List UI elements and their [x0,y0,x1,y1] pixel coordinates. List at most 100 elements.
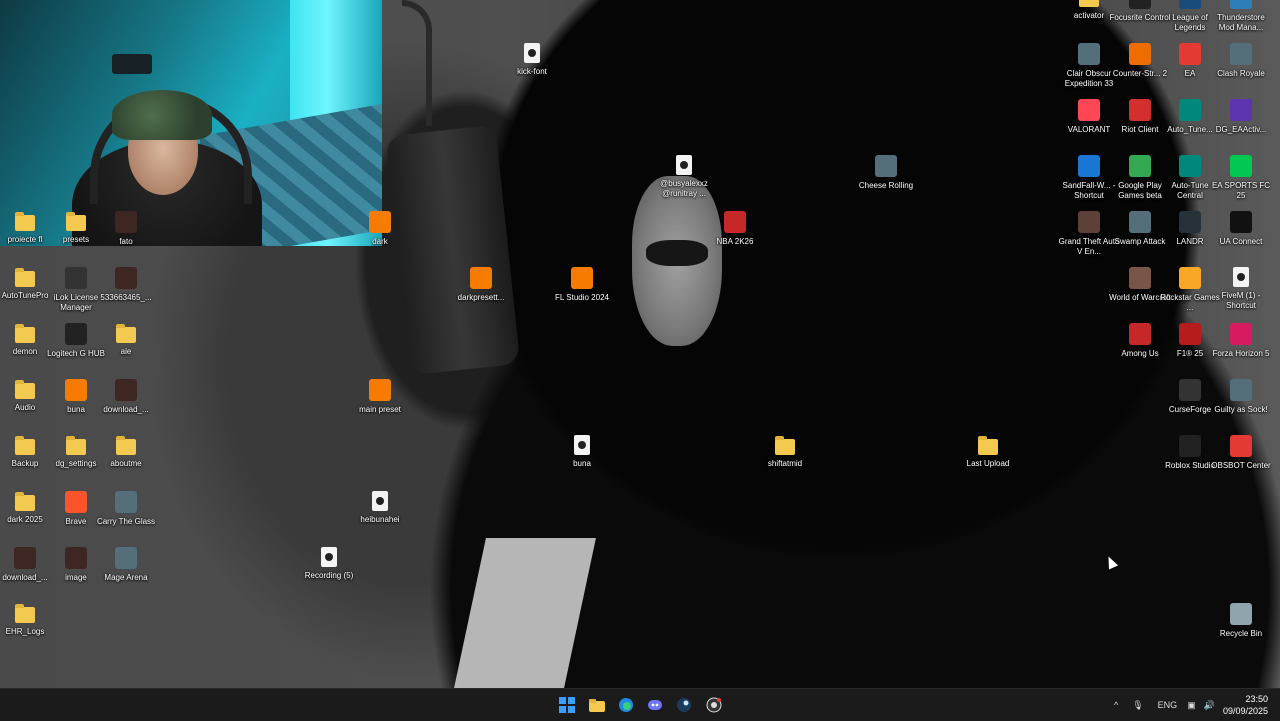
desktop-icon[interactable]: Clash Royale [1209,37,1273,79]
desktop-icon[interactable]: buna [550,429,614,469]
microphone-icon[interactable]: 🎙 [1132,700,1143,711]
image-icon [65,547,87,569]
desktop-icon-label: heibunahei [360,515,400,524]
desktop-icon[interactable]: DG_EAActiv... [1209,93,1273,135]
folder-icon [15,212,35,231]
image-icon [115,211,137,233]
desktop-icon[interactable]: ale [94,317,158,357]
brave-icon [65,491,87,513]
desktop-icon-label: DG_EAActiv... [1215,125,1267,134]
desktop-icon[interactable]: aboutme [94,429,158,469]
folder-icon [116,324,136,343]
desktop-icon-label: aboutme [110,459,142,468]
desktop-icon-label: fato [119,237,133,246]
among-us-icon [1129,323,1151,345]
image-icon [115,379,137,401]
game-icon [1129,211,1151,233]
desktop-icon[interactable]: main preset [348,373,412,415]
desktop-icon[interactable]: Recycle Bin [1209,597,1273,639]
desktop-icon[interactable]: Last Upload [956,429,1020,469]
discord-icon[interactable] [642,693,668,717]
desktop-icon[interactable]: @busyalexxz @runitray ... [652,149,716,199]
chevron-up-icon[interactable]: ^ [1114,700,1118,710]
obsbot-icon [1230,435,1252,457]
desktop-icon[interactable]: Mage Arena [94,541,158,583]
desktop-icon[interactable]: fato [94,205,158,247]
desktop-icon-label: NBA 2K26 [716,237,754,246]
network-icon[interactable]: ▣ [1187,700,1196,711]
file-icon [524,43,540,63]
steam-icon[interactable] [671,693,697,717]
obs-icon[interactable] [701,693,727,717]
desktop-icon[interactable]: dark [348,205,412,247]
game-icon [1230,43,1252,65]
folder-icon [15,324,35,343]
cs2-icon [1129,43,1151,65]
landr-icon [1179,211,1201,233]
ea-fc-icon [1230,155,1252,177]
desktop-icon-label: Forza Horizon 5 [1212,349,1270,358]
clock-date: 09/09/2025 [1222,706,1268,716]
desktop-icon-label: UA Connect [1219,237,1263,246]
desktop-icon[interactable]: darkpresett... [449,261,513,303]
autotune-icon [1179,155,1201,177]
desktop-icon[interactable]: Thunderstore Mod Mana... [1209,0,1273,33]
volume-icon[interactable]: 🔊 [1204,700,1215,711]
clock[interactable]: 23:50 09/09/2025 [1223,693,1268,717]
folder-icon [66,212,86,231]
pc-case [454,538,596,688]
folder-icon [15,604,35,623]
desktop-icon[interactable]: Guilty as Sock! [1209,373,1273,415]
media-file-icon [372,491,388,511]
desktop-icon[interactable]: shiftatmid [753,429,817,469]
roblox-icon [1179,435,1201,457]
nba-icon [724,211,746,233]
valorant-icon [1078,99,1100,121]
rockstar-icon [1179,267,1201,289]
game-icon [875,155,897,177]
desktop-icon[interactable]: Recording (5) [297,541,361,581]
desktop-icon-label: Clash Royale [1217,69,1265,78]
desktop-icon[interactable]: EA SPORTS FC 25 [1209,149,1273,201]
desktop-icon-label: ale [120,347,132,356]
f1-icon [1179,323,1201,345]
desktop-icon[interactable]: FL Studio 2024 [550,261,614,303]
file-explorer-icon[interactable] [584,693,610,717]
desktop-icon[interactable]: NBA 2K26 [703,205,767,247]
image-icon [115,267,137,289]
fl-studio-icon [470,267,492,289]
desktop-icon[interactable]: 533663465_... [94,261,158,303]
media-file-icon [676,155,692,175]
desktop-icon-label: darkpresett... [457,293,505,302]
desktop-icon[interactable]: download_... [94,373,158,415]
desktop-icon[interactable]: kick-font [500,37,564,77]
desktop-icon[interactable]: heibunahei [348,485,412,525]
desktop-icon-label: 533663465_... [100,293,152,302]
taskbar: ^ 🎙 ENG ▣ 🔊 23:50 09/09/2025 [0,688,1280,721]
desktop-icon[interactable]: Cheese Rolling [854,149,918,191]
desktop-icon[interactable]: Carry The Glass [94,485,158,527]
microphone-arm [402,0,432,126]
wall-shelf [112,54,152,74]
desktop-icon[interactable]: Forza Horizon 5 [1209,317,1273,359]
media-file-icon [321,547,337,567]
desktop-icon-label: Recording (5) [304,571,354,580]
desktop-icon[interactable]: UA Connect [1209,205,1273,247]
camo-cap [112,90,212,140]
language-indicator[interactable]: ENG [1158,700,1178,710]
desktop-icon-label: Cheese Rolling [858,181,914,190]
desktop-icon[interactable]: EHR_Logs [0,597,57,637]
file-icon [1233,267,1249,287]
folder-icon [15,492,35,511]
desktop-icon-label: dark [372,237,388,246]
desktop-icon-label: FL Studio 2024 [555,293,609,302]
edge-icon[interactable] [613,693,639,717]
desktop-icon[interactable]: FiveM (1) - Shortcut [1209,261,1273,311]
clock-time: 23:50 [1245,694,1268,704]
desktop-icon-label: kick-font [517,67,547,76]
microphone [385,124,521,376]
desktop-icon-label: main preset [359,405,401,414]
fl-studio-icon [571,267,593,289]
desktop-icon[interactable]: OBSBOT Center [1209,429,1273,471]
start-icon[interactable] [554,693,580,717]
